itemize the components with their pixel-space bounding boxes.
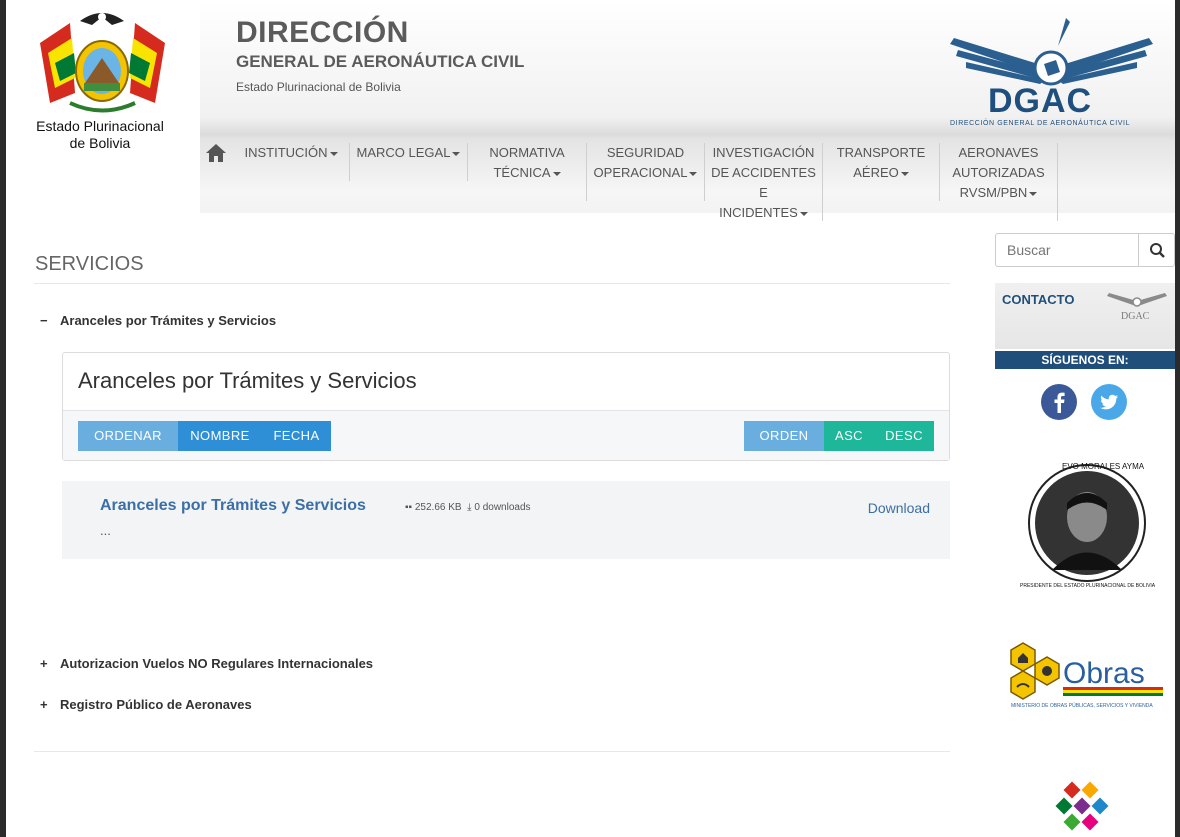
seal-caption-line1: Estado Plurinacional [36,118,164,134]
nav-label: NORMATIVA [489,145,565,160]
ordenar-label: ORDENAR [78,421,178,451]
nav-label: MARCO LEGAL [356,145,451,160]
twitter-icon[interactable] [1091,384,1127,420]
contact-label: CONTACTO [1002,292,1075,307]
site-title[interactable]: DIRECCIÓN [236,16,409,50]
accordion-header-autorizacion[interactable]: + Autorizacion Vuelos NO Regulares Intern… [40,656,373,671]
coat-of-arms-icon [40,13,165,113]
minus-icon: − [40,313,48,328]
dgac-logo-text: DGAC [988,82,1093,120]
obras-ministry-logo[interactable]: Obras MINISTERIO DE OBRAS PÚBLICAS, SERV… [1007,641,1167,711]
caret-down-icon [452,151,461,156]
sort-by-date-button[interactable]: FECHA [262,421,331,451]
dgac-small-logo-text: DGAC [1121,311,1150,322]
nav-item-institucion[interactable]: INSTITUCIÓN [233,143,350,181]
nav-item-seguridad-operacional[interactable]: SEGURIDAD OPERACIONAL [587,143,705,201]
facebook-glyph-icon [1054,392,1065,413]
nav-label: TÉCNICA [493,165,551,180]
document-downloads: 0 downloads [474,502,531,513]
nav-item-transporte-aereo[interactable]: TRANSPORTE AÉREO [823,143,940,201]
accordion-label: Autorizacion Vuelos NO Regulares Interna… [60,656,374,671]
sort-by-name-button[interactable]: NOMBRE [178,421,262,451]
document-row: Aranceles por Trámites y Servicios ▪▪ 25… [62,481,950,559]
accordion-label: Registro Público de Aeronaves [60,697,252,712]
caret-down-icon [799,211,808,216]
seal-caption-line2: de Bolivia [69,135,131,151]
home-icon[interactable] [205,143,227,163]
plus-icon: + [40,656,48,671]
search-box [995,233,1175,267]
sort-asc-button[interactable]: ASC [824,421,874,451]
obras-logo-text: Obras [1063,657,1145,690]
nav-label: INCIDENTES [719,205,798,220]
search-input[interactable] [996,234,1138,266]
obras-logo-subtext: MINISTERIO DE OBRAS PÚBLICAS, SERVICIOS … [1011,702,1153,709]
nav-label: OPERACIONAL [593,165,688,180]
nav-item-normativa-tecnica[interactable]: NORMATIVA TÉCNICA [468,143,587,201]
twitter-glyph-icon [1100,394,1118,410]
accordion-header-registro[interactable]: + Registro Público de Aeronaves [40,697,252,712]
caret-down-icon [900,171,909,176]
nav-label: SEGURIDAD [606,145,685,160]
divider [34,283,950,284]
search-button[interactable] [1138,234,1174,266]
page: Estado Plurinacional de Bolivia DIRECCIÓ… [6,0,1175,837]
president-name-text: EVO MORALES AYMA [1062,462,1145,471]
download-link[interactable]: Download [868,500,930,516]
caret-down-icon [1029,191,1038,196]
search-icon [1150,243,1165,258]
download-count-icon: ⤓ [467,502,472,513]
site-tagline: Estado Plurinacional de Bolivia [236,80,401,94]
nav-item-marco-legal[interactable]: MARCO LEGAL [350,143,468,181]
dgac-logo-subtext: DIRECCIÓN GENERAL DE AERONÁUTICA CIVIL [950,120,1131,127]
panel-title: Aranceles por Trámites y Servicios [78,368,417,393]
president-portrait-seal[interactable]: EVO MORALES AYMA PRESIDENTE DEL ESTADO P… [1012,455,1162,590]
nav-item-investigacion[interactable]: INVESTIGACIÓN DE ACCIDENTES E INCIDENTES [705,143,823,221]
nav-label: RVSM/PBN [959,185,1028,200]
nav-label: TRANSPORTE [836,145,926,160]
nav-label: AUTORIZADAS [952,165,1045,180]
wiphala-logo-icon[interactable] [1054,778,1116,837]
caret-down-icon [552,171,561,176]
document-excerpt: ... [100,523,111,538]
dgac-small-logo-icon: DGAC [1107,293,1167,322]
caret-down-icon [689,171,698,176]
document-title-link[interactable]: Aranceles por Trámites y Servicios [100,497,366,515]
nav-label: INVESTIGACIÓN [712,145,815,160]
site-subtitle[interactable]: GENERAL DE AERONÁUTICA CIVIL [236,52,524,72]
nav-label: AERONAVES [958,145,1039,160]
sort-toolbar: ORDENAR NOMBRE FECHA ORDEN ASC DESC [63,410,949,460]
follow-us-bar: SÍGUENOS EN: [995,351,1175,369]
main-nav: INSTITUCIÓN MARCO LEGAL NORMATIVA TÉCNIC… [200,135,1175,221]
grid-icon: ▪▪ [405,502,413,513]
page-title: SERVICIOS [35,253,144,275]
nav-item-aeronaves-autorizadas[interactable]: AERONAVES AUTORIZADAS RVSM/PBN [940,143,1058,221]
president-title-text: PRESIDENTE DEL ESTADO PLURINACIONAL DE B… [1020,583,1156,589]
caret-down-icon [329,151,338,156]
divider [34,751,950,752]
orden-label: ORDEN [744,421,824,451]
plus-icon: + [40,697,48,712]
seal-caption: Estado Plurinacional de Bolivia [20,118,180,152]
nav-label: DE ACCIDENTES E [711,165,816,200]
document-size: 252.66 KB [414,502,462,513]
accordion-label: Aranceles por Trámites y Servicios [60,313,277,328]
nav-label: INSTITUCIÓN [244,145,328,160]
accordion-header-aranceles[interactable]: − Aranceles por Trámites y Servicios [40,313,276,328]
document-meta: ▪▪ 252.66 KB ⤓ 0 downloads [405,502,531,513]
contact-banner[interactable]: CONTACTO DGAC [995,283,1175,349]
sort-desc-button[interactable]: DESC [874,421,934,451]
coat-of-arms-block[interactable]: Estado Plurinacional de Bolivia [6,0,200,213]
nav-label: AÉREO [853,165,899,180]
document-category-panel: Aranceles por Trámites y Servicios ORDEN… [62,352,950,461]
facebook-icon[interactable] [1041,384,1077,420]
